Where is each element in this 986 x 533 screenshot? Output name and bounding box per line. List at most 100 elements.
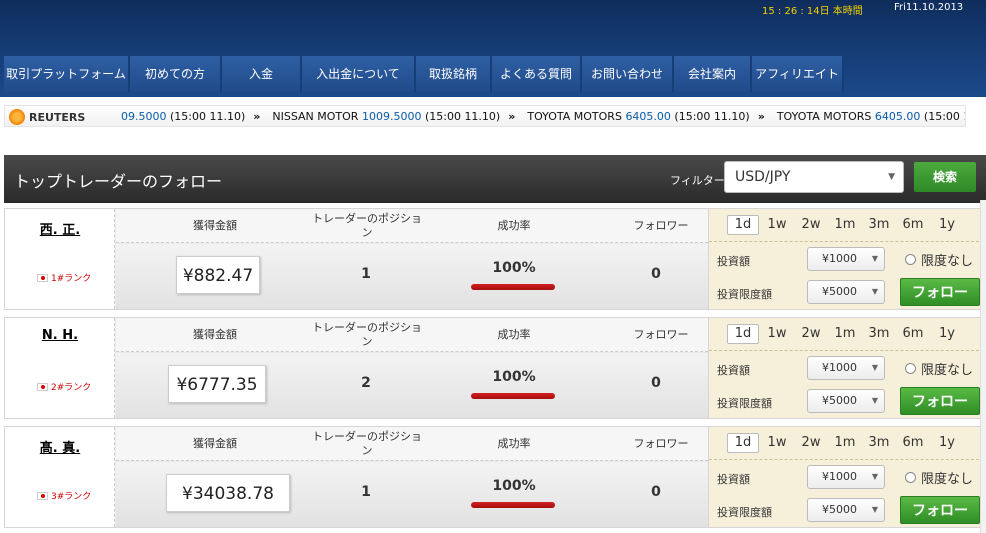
period-tab-1d[interactable]: 1d bbox=[727, 215, 759, 235]
period-tab-3m[interactable]: 3m bbox=[863, 215, 895, 235]
unlimited-radio[interactable] bbox=[905, 472, 916, 483]
period-tab-1m[interactable]: 1m bbox=[829, 433, 861, 453]
positions-header: トレーダーのポジション bbox=[312, 212, 422, 239]
unlimited-radio[interactable] bbox=[905, 363, 916, 374]
unlimited-option[interactable]: 限度なし bbox=[905, 359, 973, 378]
limit-label: 投資限度額 bbox=[717, 397, 772, 410]
success-rate-header: 成功率 bbox=[497, 437, 531, 450]
trader-stats: 獲得金額 トレーダーのポジション 成功率 フォロワー ¥34038.78 1 1… bbox=[116, 427, 708, 527]
double-chevron-right-icon: » bbox=[508, 110, 516, 123]
ticker-symbol: TOYOTA MOTORS bbox=[776, 110, 875, 123]
limit-label: 投資限度額 bbox=[717, 288, 772, 301]
followers-value: 0 bbox=[651, 375, 661, 391]
period-tab-2w[interactable]: 2w bbox=[795, 433, 827, 453]
unlimited-radio[interactable] bbox=[905, 254, 916, 265]
nav-item-company[interactable]: 会社案内 bbox=[674, 56, 752, 92]
follow-button[interactable]: フォロー bbox=[900, 496, 980, 524]
trader-stats: 獲得金額 トレーダーのポジション 成功率 フォロワー ¥6777.35 2 10… bbox=[116, 318, 708, 418]
clock: 15 : 26 : 14日 本時間 bbox=[762, 6, 863, 17]
limit-amount-value: ¥5000 bbox=[822, 394, 857, 407]
nav-item-instruments[interactable]: 取扱銘柄 bbox=[416, 56, 492, 92]
reuters-brand: REUTERS bbox=[9, 109, 85, 125]
nav-item-deposit[interactable]: 入金 bbox=[222, 56, 302, 92]
limit-amount-select[interactable]: ¥5000 ▼ bbox=[807, 498, 885, 522]
period-tab-6m[interactable]: 6m bbox=[897, 215, 929, 235]
ticker-item[interactable]: TOYOTA MOTORS 6405.00 (15:00 11.10) bbox=[527, 110, 749, 123]
nav-item-deposit-info[interactable]: 入出金について bbox=[302, 56, 416, 92]
success-rate-value: 100% bbox=[492, 478, 536, 494]
limit-amount-select[interactable]: ¥5000 ▼ bbox=[807, 280, 885, 304]
nav-item-beginners[interactable]: 初めての方 bbox=[130, 56, 222, 92]
period-tab-6m[interactable]: 6m bbox=[897, 433, 929, 453]
period-tab-1m[interactable]: 1m bbox=[829, 324, 861, 344]
trader-name[interactable]: 西. 正. bbox=[5, 219, 115, 238]
period-tab-6m[interactable]: 6m bbox=[897, 324, 929, 344]
invest-amount-select[interactable]: ¥1000 ▼ bbox=[807, 356, 885, 380]
search-button[interactable]: 検索 bbox=[914, 162, 976, 192]
page-title: トップトレーダーのフォロー bbox=[14, 172, 223, 191]
period-tabs: 1d 1w 2w 1m 3m 6m 1y bbox=[727, 215, 963, 235]
limit-amount-select[interactable]: ¥5000 ▼ bbox=[807, 389, 885, 413]
chevron-down-icon: ▼ bbox=[871, 396, 878, 405]
invest-amount-select[interactable]: ¥1000 ▼ bbox=[807, 465, 885, 489]
invest-label: 投資額 bbox=[717, 255, 750, 268]
ticker-time: (15:00 11.10) bbox=[670, 110, 750, 123]
period-tab-1d[interactable]: 1d bbox=[727, 433, 759, 453]
ticker-item[interactable]: NISSAN MOTOR 1009.5000 (15:00 11.10) bbox=[272, 110, 500, 123]
limit-amount-value: ¥5000 bbox=[822, 503, 857, 516]
period-tab-1w[interactable]: 1w bbox=[761, 433, 793, 453]
period-tab-1y[interactable]: 1y bbox=[931, 433, 963, 453]
ticker-section: REUTERS 09.5000 (15:00 11.10) » NISSAN MOT… bbox=[0, 97, 986, 155]
period-tab-2w[interactable]: 2w bbox=[795, 324, 827, 344]
reuters-label: REUTERS bbox=[29, 110, 86, 124]
success-rate-header: 成功率 bbox=[497, 328, 531, 341]
stats-header: 獲得金額 トレーダーのポジション 成功率 フォロワー bbox=[116, 209, 708, 243]
trader-name[interactable]: 髙. 真. bbox=[5, 437, 115, 456]
trader-rank: 2#ランク bbox=[37, 380, 91, 393]
unlimited-option[interactable]: 限度なし bbox=[905, 250, 973, 269]
stats-header: 獲得金額 トレーダーのポジション 成功率 フォロワー bbox=[116, 318, 708, 352]
period-tab-1y[interactable]: 1y bbox=[931, 215, 963, 235]
stats-body: ¥34038.78 1 100% 0 bbox=[116, 462, 708, 527]
nav-item-affiliate[interactable]: アフィリエイト bbox=[752, 56, 844, 92]
ticker-symbol: NISSAN MOTOR bbox=[272, 110, 362, 123]
period-tab-2w[interactable]: 2w bbox=[795, 215, 827, 235]
ticker-item[interactable]: TOYOTA MOTORS 6405.00 (15:00 11.10) bbox=[776, 110, 965, 123]
positions-header: トレーダーのポジション bbox=[312, 430, 422, 457]
period-tab-1w[interactable]: 1w bbox=[761, 324, 793, 344]
ticker-item[interactable]: 09.5000 (15:00 11.10) bbox=[121, 110, 245, 123]
ticker-price: 6405.00 bbox=[625, 110, 671, 123]
trader-name[interactable]: N. H. bbox=[5, 328, 115, 343]
stats-body: ¥6777.35 2 100% 0 bbox=[116, 353, 708, 418]
period-tab-3m[interactable]: 3m bbox=[863, 433, 895, 453]
invest-amount-value: ¥1000 bbox=[822, 252, 857, 265]
currency-filter-select[interactable]: USD/JPY ▼ bbox=[724, 161, 904, 193]
trader-row: N. H. 2#ランク 獲得金額 トレーダーのポジション 成功率 フォロワー ¥… bbox=[4, 317, 986, 419]
period-tab-1w[interactable]: 1w bbox=[761, 215, 793, 235]
success-rate-value: 100% bbox=[492, 369, 536, 385]
trader-info: 西. 正. 1#ランク bbox=[5, 209, 115, 309]
invest-amount-select[interactable]: ¥1000 ▼ bbox=[807, 247, 885, 271]
positions-value: 1 bbox=[361, 266, 371, 282]
trader-info: N. H. 2#ランク bbox=[5, 318, 115, 418]
period-tab-1y[interactable]: 1y bbox=[931, 324, 963, 344]
period-tab-1d[interactable]: 1d bbox=[727, 324, 759, 344]
follow-controls: 1d 1w 2w 1m 3m 6m 1y 投資額 ¥1000 ▼ 限度なし 投資限度額 ¥5… bbox=[708, 318, 985, 418]
follow-button[interactable]: フォロー bbox=[900, 278, 980, 306]
filter-label: フィルター bbox=[670, 174, 725, 187]
nav-item-platform[interactable]: 取引プラットフォーム bbox=[4, 56, 130, 92]
period-tab-3m[interactable]: 3m bbox=[863, 324, 895, 344]
follow-controls: 1d 1w 2w 1m 3m 6m 1y 投資額 ¥1000 ▼ 限度なし 投資限度額 ¥5… bbox=[708, 209, 985, 309]
nav-item-contact[interactable]: お問い合わせ bbox=[582, 56, 674, 92]
follow-button[interactable]: フォロー bbox=[900, 387, 980, 415]
stats-body: ¥882.47 1 100% 0 bbox=[116, 244, 708, 309]
chevron-down-icon: ▼ bbox=[871, 472, 878, 481]
chevron-down-icon: ▼ bbox=[871, 505, 878, 514]
period-tab-1m[interactable]: 1m bbox=[829, 215, 861, 235]
ticker-time: (15:00 11.10) bbox=[421, 110, 501, 123]
unlimited-option[interactable]: 限度なし bbox=[905, 468, 973, 487]
nav-item-faq[interactable]: よくある質問 bbox=[492, 56, 582, 92]
scrollbar[interactable] bbox=[980, 200, 986, 533]
period-tabs: 1d 1w 2w 1m 3m 6m 1y bbox=[727, 433, 963, 453]
japan-flag-icon bbox=[37, 382, 48, 391]
